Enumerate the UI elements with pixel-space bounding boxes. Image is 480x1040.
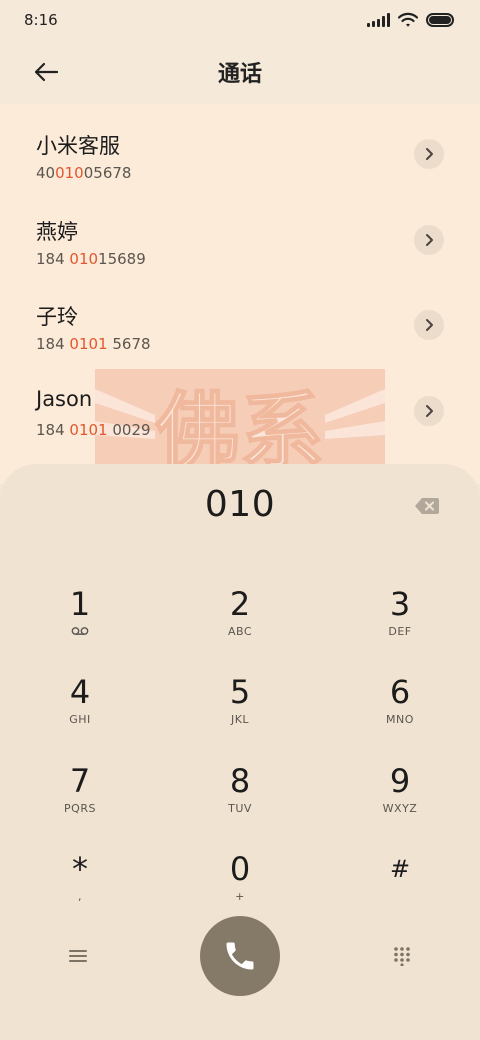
key-4[interactable]: 4 GHI [20, 668, 140, 748]
chevron-right-icon [426, 319, 433, 331]
signal-icon [367, 13, 390, 27]
delete-button[interactable] [412, 494, 442, 518]
menu-icon [69, 950, 87, 962]
battery-icon [426, 13, 454, 27]
contact-number: 184 01015689 [36, 250, 146, 268]
dialpad-icon [394, 947, 410, 966]
dialpad: 010 1 2 ABC 3 DEF 4 GHI 5 JKL 6 MNO 7 PQ… [0, 464, 480, 1040]
contact-row[interactable]: Jason 184 0101 0029 [0, 387, 480, 473]
status-icons [367, 12, 454, 28]
key-1[interactable]: 1 [20, 580, 140, 660]
contact-number: 184 0101 5678 [36, 335, 151, 353]
status-time: 8:16 [24, 11, 58, 29]
call-button[interactable] [200, 916, 280, 996]
chevron-right-icon [426, 148, 433, 160]
contact-number: 4001005678 [36, 164, 132, 182]
wifi-icon [398, 12, 418, 27]
contact-detail-button[interactable] [414, 310, 444, 340]
contact-detail-button[interactable] [414, 396, 444, 426]
dialed-number: 010 [204, 484, 276, 525]
key-star[interactable]: * , [20, 845, 140, 925]
arrow-left-icon [34, 62, 59, 82]
contact-name: Jason [36, 387, 93, 411]
back-button[interactable] [28, 54, 64, 90]
key-9[interactable]: 9 WXYZ [340, 757, 460, 837]
status-bar: 8:16 [0, 0, 480, 40]
contact-row[interactable]: 小米客服 4001005678 [0, 130, 480, 216]
key-6[interactable]: 6 MNO [340, 668, 460, 748]
keypad-toggle-button[interactable] [386, 940, 418, 972]
page-title: 通话 [217, 62, 262, 87]
phone-icon [226, 942, 254, 970]
contact-name: 小米客服 [36, 134, 120, 158]
contact-detail-button[interactable] [414, 225, 444, 255]
key-hash[interactable]: # [340, 845, 460, 925]
chevron-right-icon [426, 405, 433, 417]
header: 通话 [0, 40, 480, 104]
menu-button[interactable] [62, 940, 94, 972]
key-2[interactable]: 2 ABC [180, 580, 300, 660]
contact-number: 184 0101 0029 [36, 421, 151, 439]
key-7[interactable]: 7 PQRS [20, 757, 140, 837]
contact-name: 燕婷 [36, 220, 78, 244]
contact-row[interactable]: 子玲 184 0101 5678 [0, 301, 480, 387]
contact-name: 子玲 [36, 305, 78, 329]
contact-detail-button[interactable] [414, 139, 444, 169]
key-8[interactable]: 8 TUV [180, 757, 300, 837]
chevron-right-icon [426, 234, 433, 246]
backspace-icon [415, 498, 439, 514]
key-5[interactable]: 5 JKL [180, 668, 300, 748]
contact-list[interactable]: 佛系 小米客服 4001005678 燕婷 184 01015689 子玲 18… [0, 104, 480, 484]
voicemail-icon [71, 627, 89, 635]
key-3[interactable]: 3 DEF [340, 580, 460, 660]
contact-row[interactable]: 燕婷 184 01015689 [0, 216, 480, 302]
key-0[interactable]: 0 + [180, 845, 300, 925]
